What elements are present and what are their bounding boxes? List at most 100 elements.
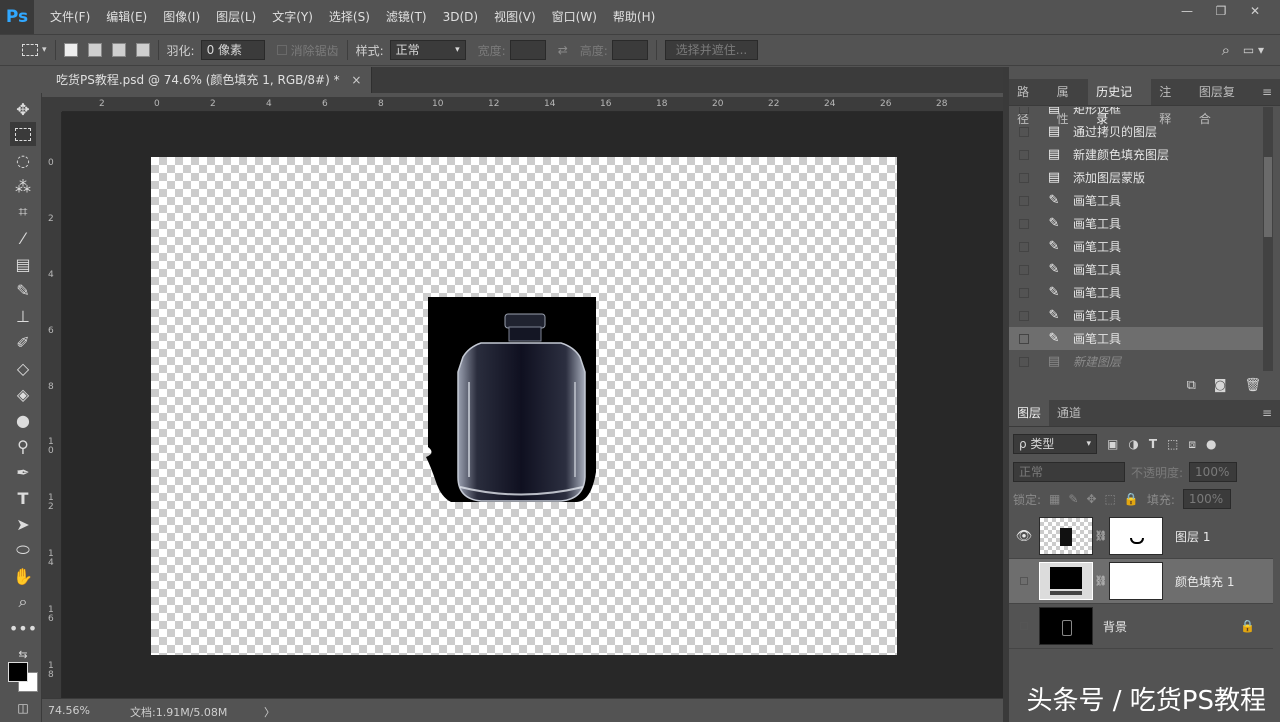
- history-item-future[interactable]: ▤ 新建图层: [1009, 350, 1263, 371]
- history-item[interactable]: ✎ 画笔工具: [1009, 304, 1263, 327]
- history-snapshot-checkbox[interactable]: [1019, 264, 1029, 275]
- lasso-tool-icon[interactable]: ◌: [10, 148, 36, 172]
- history-item[interactable]: ✎ 画笔工具: [1009, 212, 1263, 235]
- antialias-checkbox[interactable]: 消除锯齿: [276, 35, 339, 65]
- layer-name[interactable]: 背景: [1103, 618, 1127, 635]
- new-document-from-state-icon[interactable]: ⧉: [1187, 378, 1196, 393]
- lock-artboard-icon[interactable]: ⬚: [1105, 492, 1116, 506]
- tab-layers[interactable]: 图层: [1009, 400, 1050, 426]
- layer-thumbnail[interactable]: [1039, 517, 1093, 555]
- background-thumbnail[interactable]: [1039, 607, 1093, 645]
- link-icon[interactable]: ⛓: [1093, 576, 1109, 587]
- adjustment-filter-icon[interactable]: ◑: [1128, 437, 1138, 451]
- add-selection-icon[interactable]: [87, 43, 102, 57]
- history-item[interactable]: ✎ 画笔工具: [1009, 281, 1263, 304]
- smart-object-filter-icon[interactable]: ⧈: [1188, 437, 1196, 452]
- menu-filter[interactable]: 滤镜(T): [378, 0, 435, 34]
- history-snapshot-checkbox[interactable]: [1019, 287, 1029, 298]
- history-snapshot-checkbox[interactable]: [1019, 356, 1029, 367]
- width-input[interactable]: [509, 40, 546, 60]
- healing-brush-tool-icon[interactable]: ▤: [10, 252, 36, 276]
- menu-3d[interactable]: 3D(D): [435, 0, 486, 34]
- eraser-tool-icon[interactable]: ◇: [10, 356, 36, 380]
- select-and-mask-button[interactable]: 选择并遮住...: [664, 35, 759, 65]
- type-tool-icon[interactable]: T: [10, 486, 36, 510]
- blend-mode-select[interactable]: 正常: [1013, 462, 1125, 482]
- history-item[interactable]: ▤ 矩形选框: [1009, 107, 1263, 120]
- trash-icon[interactable]: 🗑: [1244, 378, 1261, 393]
- layer-row[interactable]: 背景 🔒: [1009, 604, 1273, 649]
- scrollbar-thumb[interactable]: [1264, 157, 1272, 237]
- history-snapshot-checkbox[interactable]: [1019, 310, 1029, 321]
- tab-history[interactable]: 历史记录: [1088, 79, 1152, 126]
- tab-channels[interactable]: 通道: [1049, 400, 1089, 426]
- history-scrollbar[interactable]: [1263, 107, 1273, 371]
- history-snapshot-checkbox[interactable]: [1019, 218, 1029, 229]
- type-filter-icon[interactable]: T: [1149, 437, 1157, 451]
- tab-notes[interactable]: 注释: [1151, 79, 1191, 126]
- history-snapshot-checkbox[interactable]: [1019, 333, 1029, 344]
- crop-tool-icon[interactable]: ⌗: [10, 200, 36, 224]
- close-icon[interactable]: ✕: [1238, 0, 1272, 22]
- history-snapshot-checkbox[interactable]: [1019, 172, 1029, 183]
- marquee-preset-picker[interactable]: ▾: [22, 35, 47, 65]
- panel-menu-icon[interactable]: ≡: [1254, 79, 1280, 105]
- subtract-selection-icon[interactable]: [111, 43, 126, 57]
- menu-layer[interactable]: 图层(L): [208, 0, 264, 34]
- lock-all-icon[interactable]: 🔒: [1124, 492, 1139, 506]
- fill-layer-thumbnail[interactable]: [1039, 562, 1093, 600]
- menu-help[interactable]: 帮助(H): [605, 0, 663, 34]
- menu-window[interactable]: 窗口(W): [544, 0, 605, 34]
- dodge-tool-icon[interactable]: ⚲: [10, 434, 36, 458]
- layer-row-selected[interactable]: ⛓ 颜色填充 1: [1009, 559, 1273, 604]
- vertical-ruler[interactable]: 0 2 4 6 8 1 0 1 2 1 4 1 6 1 8: [42, 112, 62, 698]
- height-input[interactable]: [611, 40, 648, 60]
- menu-select[interactable]: 选择(S): [321, 0, 378, 34]
- ellipse-tool-icon[interactable]: ⬭: [10, 538, 36, 562]
- layer-mask-thumbnail[interactable]: [1109, 562, 1163, 600]
- menu-image[interactable]: 图像(I): [155, 0, 208, 34]
- history-item[interactable]: ✎ 画笔工具: [1009, 235, 1263, 258]
- history-brush-tool-icon[interactable]: ✐: [10, 330, 36, 354]
- path-selection-tool-icon[interactable]: ➤: [10, 512, 36, 536]
- visibility-toggle[interactable]: [1009, 574, 1039, 589]
- horizontal-ruler[interactable]: 2 0 2 4 6 8 10 12 14 16 18 20 22 24 26 2…: [62, 97, 1003, 112]
- quick-mask-icon[interactable]: ◫: [10, 696, 36, 720]
- move-tool-icon[interactable]: ✥: [10, 97, 36, 121]
- panel-menu-icon[interactable]: ≡: [1254, 400, 1280, 426]
- history-snapshot-checkbox[interactable]: [1019, 241, 1029, 252]
- history-item[interactable]: ▤ 新建颜色填充图层: [1009, 143, 1263, 166]
- menu-view[interactable]: 视图(V): [486, 0, 544, 34]
- visibility-toggle[interactable]: [1009, 619, 1039, 634]
- lock-pixels-icon[interactable]: ✎: [1068, 492, 1078, 506]
- tab-properties[interactable]: 属性: [1049, 79, 1089, 126]
- history-item[interactable]: ▤ 通过拷贝的图层: [1009, 120, 1263, 143]
- eye-icon[interactable]: 👁: [1009, 529, 1039, 544]
- more-tools-icon[interactable]: •••: [9, 616, 37, 640]
- lock-position-icon[interactable]: ✥: [1086, 492, 1096, 506]
- status-menu-arrow[interactable]: 〉: [264, 704, 275, 720]
- magic-wand-tool-icon[interactable]: ⁂: [10, 174, 36, 198]
- style-select[interactable]: 正常 ▾: [389, 40, 466, 60]
- intersect-selection-icon[interactable]: [135, 43, 150, 57]
- layer-name[interactable]: 图层 1: [1175, 528, 1210, 545]
- eyedropper-tool-icon[interactable]: ⁄: [10, 226, 36, 250]
- tab-layer-comps[interactable]: 图层复合: [1191, 79, 1254, 126]
- pen-tool-icon[interactable]: ✒: [10, 460, 36, 484]
- filter-toggle-icon[interactable]: ●: [1206, 437, 1216, 451]
- history-snapshot-checkbox[interactable]: [1019, 107, 1029, 114]
- hand-tool-icon[interactable]: ✋: [10, 564, 36, 588]
- menu-type[interactable]: 文字(Y): [264, 0, 321, 34]
- blur-tool-icon[interactable]: ●: [10, 408, 36, 432]
- workspace-icon[interactable]: ▭ ▾: [1243, 35, 1264, 65]
- new-selection-icon[interactable]: [63, 43, 78, 57]
- history-item[interactable]: ▤ 添加图层蒙版: [1009, 166, 1263, 189]
- document-canvas[interactable]: [151, 157, 897, 655]
- marquee-tool-icon[interactable]: [10, 122, 36, 146]
- zoom-tool-icon[interactable]: ⌕: [10, 590, 36, 614]
- layer-filter-select[interactable]: ρ 类型 ▾: [1013, 434, 1097, 454]
- history-snapshot-checkbox[interactable]: [1019, 149, 1029, 160]
- swap-icon[interactable]: ⇄: [558, 35, 568, 65]
- close-icon[interactable]: ×: [351, 73, 361, 87]
- paint-bucket-tool-icon[interactable]: ◈: [10, 382, 36, 406]
